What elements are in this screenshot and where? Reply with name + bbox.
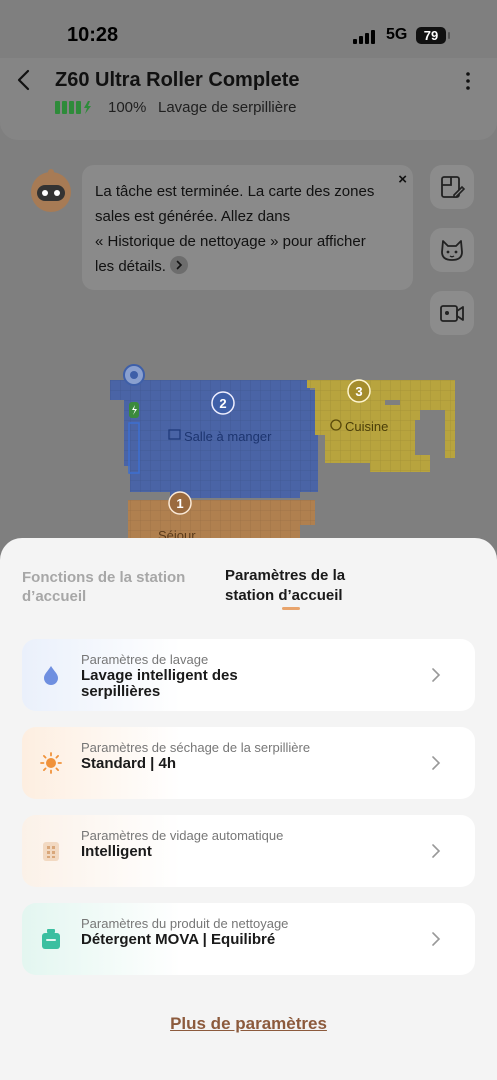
card-value: Lavage intelligent des serpillières (81, 667, 238, 700)
edit-map-icon (441, 176, 465, 198)
settings-card-washing[interactable]: Paramètres de lavage Lavage intelligent … (22, 639, 475, 711)
network-type: 5G (386, 26, 408, 43)
more-options-icon[interactable] (460, 70, 476, 92)
edit-map-button[interactable] (430, 165, 474, 209)
chevron-right-icon (432, 844, 441, 858)
notification-line: La tâche est terminée. La carte des zone… (95, 183, 375, 200)
status-time: 10:28 (67, 24, 119, 46)
active-tab-indicator (282, 607, 300, 610)
card-value: Détergent MOVA | Equilibré (81, 931, 276, 948)
back-icon[interactable] (14, 68, 34, 92)
notification-line: les détails. (95, 258, 166, 275)
device-title: Z60 Ultra Roller Complete (55, 69, 300, 91)
chevron-right-icon (432, 932, 441, 946)
device-header: Z60 Ultra Roller Complete 100% Lavage de… (0, 58, 497, 140)
cleaning-map[interactable]: 2 3 1 Salle à manger Cuisine Séjour (100, 360, 470, 540)
battery-level-icon (55, 101, 91, 114)
dust-bag-icon (43, 842, 59, 861)
room-number: 1 (176, 496, 183, 511)
battery-icon: 79 (416, 27, 450, 44)
card-label: Paramètres de séchage de la serpillière (81, 740, 311, 755)
task-complete-notification[interactable]: × La tâche est terminée. La carte des zo… (82, 165, 413, 290)
room-name: Salle à manger (184, 429, 272, 444)
notification-line: « Historique de nettoyage » pour affiche… (95, 233, 366, 250)
close-notification-button[interactable]: × (398, 167, 407, 192)
camera-icon (440, 305, 464, 322)
tab-station-settings[interactable]: Paramètres de la station d’accueil (225, 566, 395, 606)
cleaning-mode: Lavage de serpillière (158, 99, 297, 116)
tab-station-functions[interactable]: Fonctions de la station d’accueil (22, 568, 212, 606)
card-value: Standard | 4h (81, 755, 177, 772)
card-label: Paramètres de vidage automatique (81, 828, 284, 843)
sun-icon (40, 752, 62, 774)
station-settings-sheet: Fonctions de la station d’accueil Paramè… (0, 538, 497, 1080)
pet-button[interactable] (430, 228, 474, 272)
card-label: Paramètres de lavage (81, 652, 209, 667)
pet-icon (441, 240, 463, 261)
room-number: 3 (355, 384, 362, 399)
detergent-icon (42, 929, 60, 949)
settings-card-drying[interactable]: Paramètres de séchage de la serpillière … (22, 727, 475, 799)
camera-button[interactable] (430, 291, 474, 335)
battery-percent: 100% (108, 99, 147, 116)
notification-line: sales est générée. Allez dans (95, 208, 291, 225)
water-drop-icon (44, 666, 58, 685)
room-name: Cuisine (345, 419, 388, 434)
chevron-right-icon (432, 668, 441, 682)
notification-line-last: les détails. (95, 254, 401, 279)
robot-avatar (31, 169, 71, 212)
settings-card-auto-empty[interactable]: Paramètres de vidage automatique Intelli… (22, 815, 475, 887)
chevron-right-icon[interactable] (169, 256, 188, 275)
card-value: Intelligent (81, 843, 152, 860)
card-label: Paramètres du produit de nettoyage (81, 916, 289, 931)
settings-card-detergent[interactable]: Paramètres du produit de nettoyage Déter… (22, 903, 475, 975)
signal-icon (353, 30, 377, 44)
more-settings-link[interactable]: Plus de paramètres (0, 1014, 497, 1034)
chevron-right-icon (432, 756, 441, 770)
status-bar: 10:28 5G 79 (0, 0, 497, 60)
room-number: 2 (219, 396, 226, 411)
